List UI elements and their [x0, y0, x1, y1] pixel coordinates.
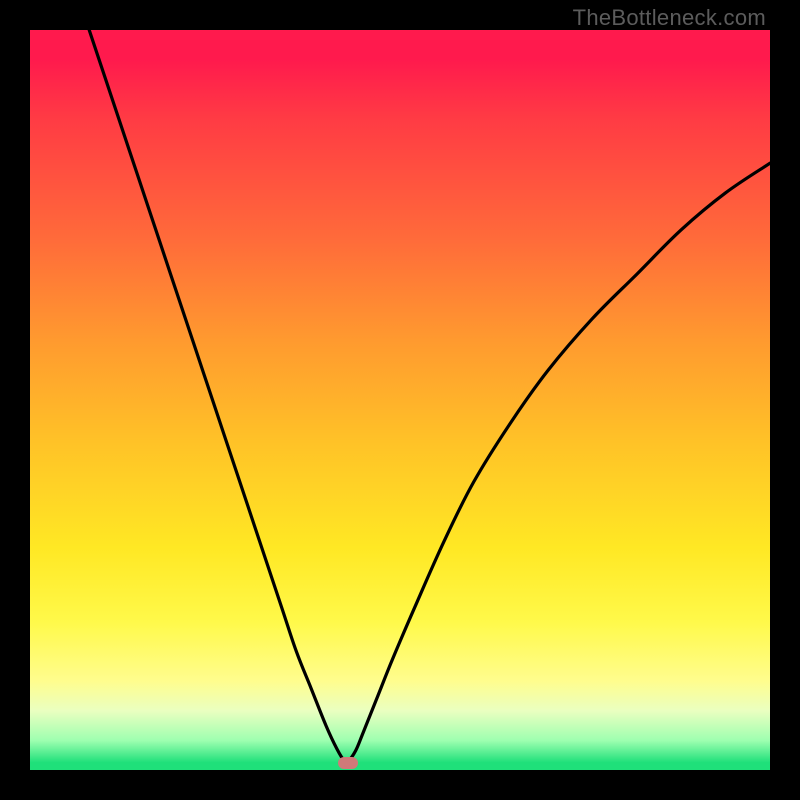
minimum-marker	[338, 757, 358, 769]
watermark-text: TheBottleneck.com	[573, 5, 766, 31]
bottleneck-curve	[30, 30, 770, 770]
plot-area	[30, 30, 770, 770]
